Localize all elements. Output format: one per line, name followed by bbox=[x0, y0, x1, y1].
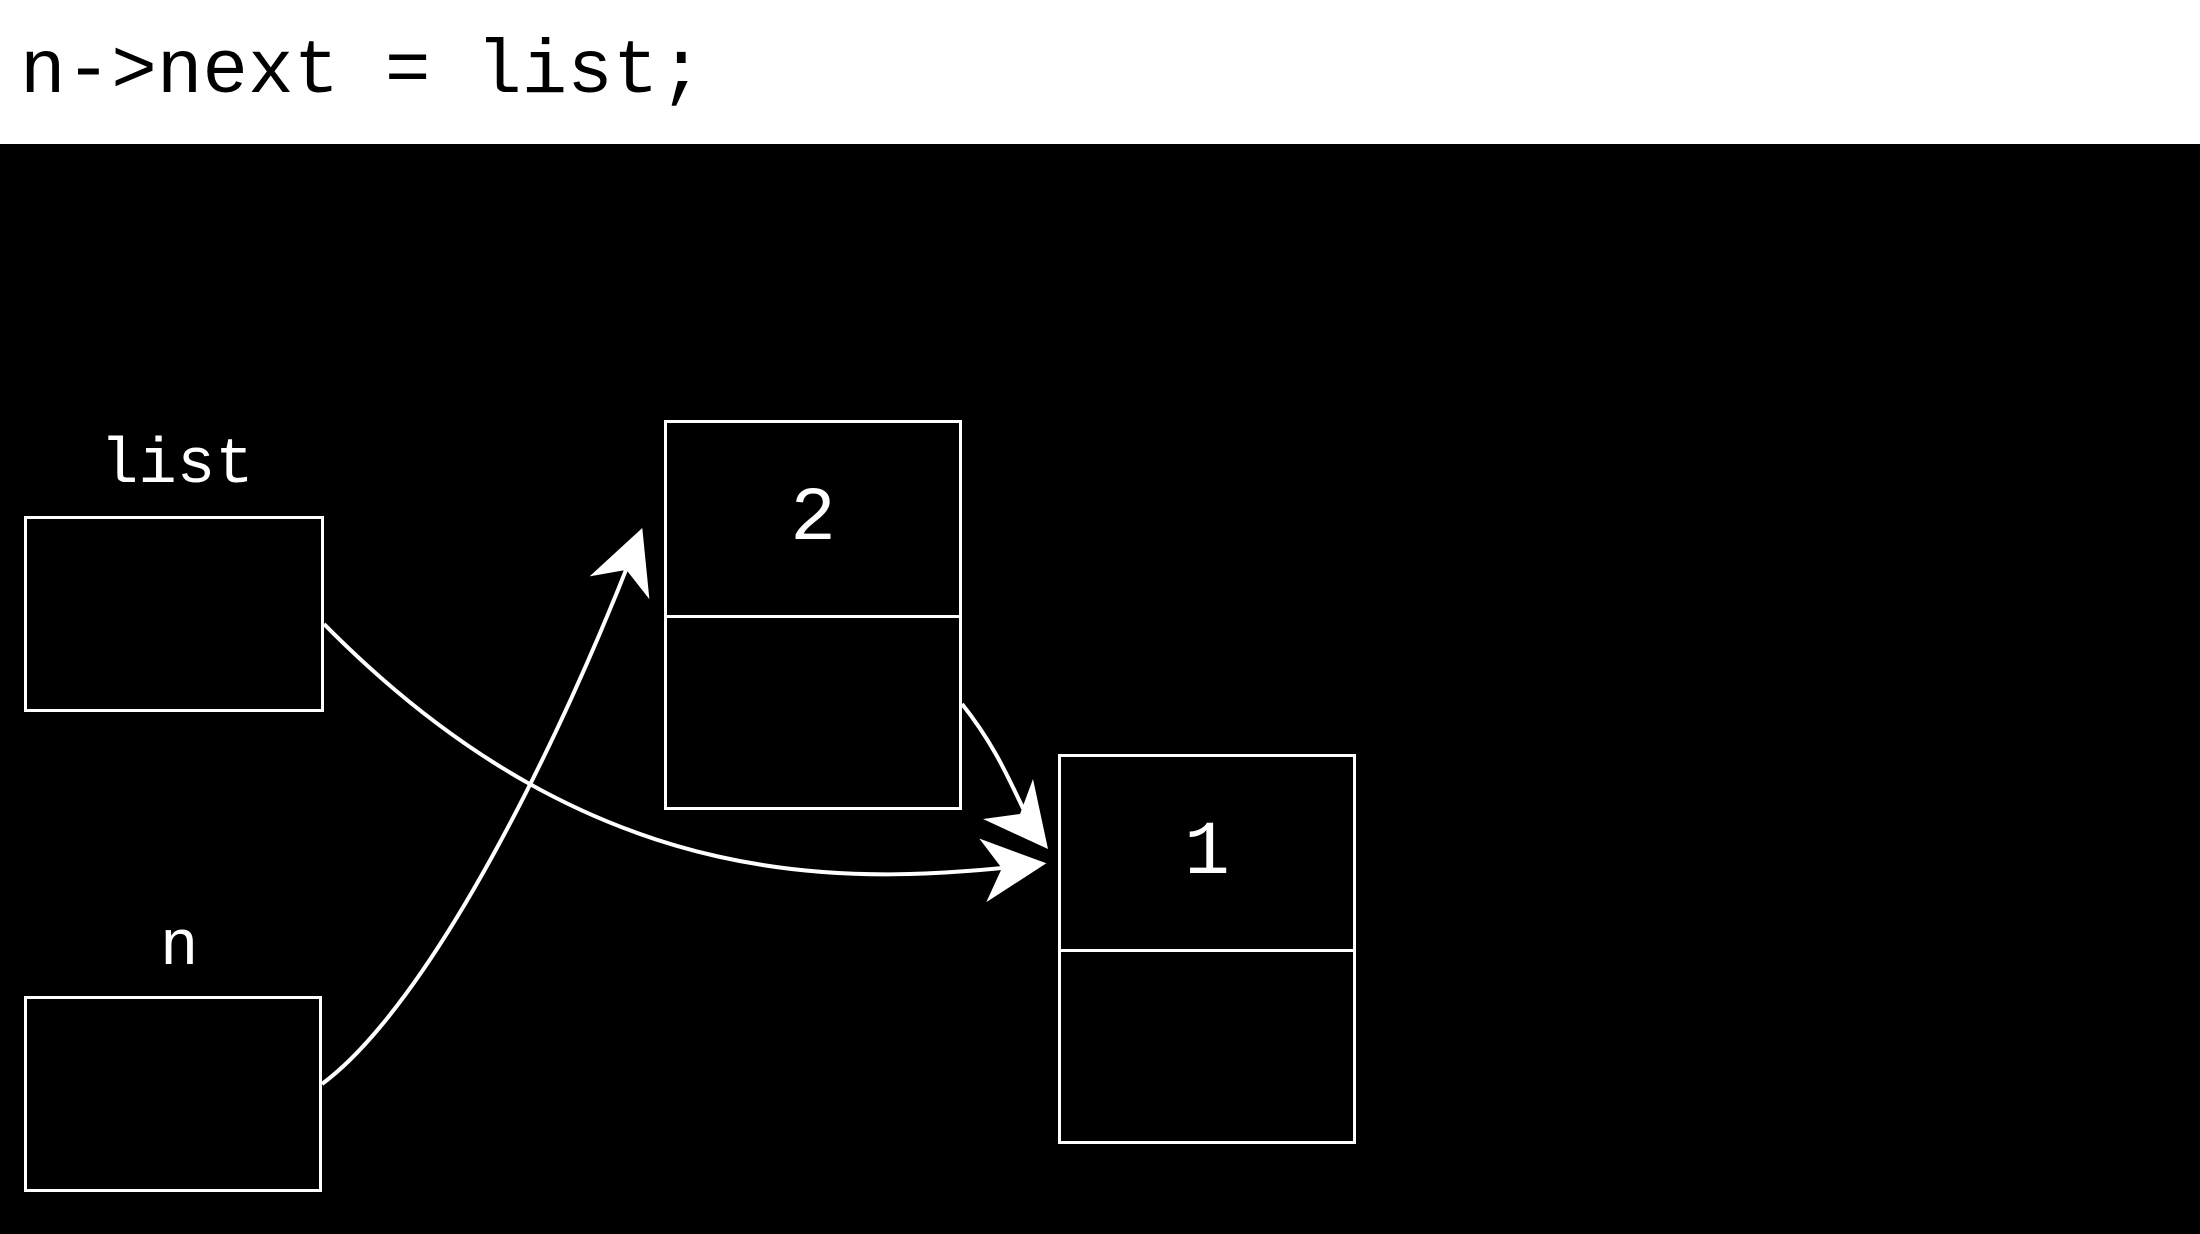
arrow-node2-to-node1 bbox=[962, 704, 1044, 844]
code-header: n->next = list; bbox=[0, 0, 2200, 144]
pointer-list-label: list bbox=[100, 430, 254, 502]
node-b: 1 bbox=[1058, 754, 1356, 1144]
diagram-canvas: list n 2 1 bbox=[0, 144, 2200, 1234]
code-line: n->next = list; bbox=[20, 29, 704, 115]
node-b-value: 1 bbox=[1061, 757, 1353, 952]
pointer-list-box bbox=[24, 516, 324, 712]
pointer-n-box bbox=[24, 996, 322, 1192]
arrow-n-to-node2 bbox=[322, 534, 640, 1084]
node-a-value: 2 bbox=[667, 423, 959, 618]
node-a: 2 bbox=[664, 420, 962, 810]
pointer-n-label: n bbox=[160, 912, 198, 984]
